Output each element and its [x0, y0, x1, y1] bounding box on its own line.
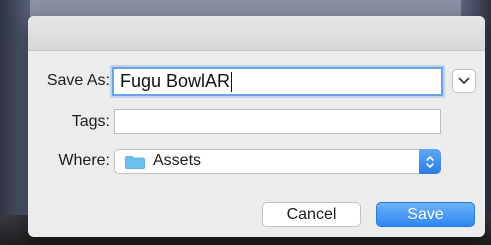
- where-value: Assets: [153, 152, 202, 169]
- chevron-down-icon: [458, 77, 470, 84]
- where-popup-stepper[interactable]: [419, 149, 441, 174]
- save-as-label: Save As:: [46, 72, 110, 89]
- text-caret: [231, 71, 233, 92]
- where-label: Where:: [58, 152, 110, 169]
- cancel-button[interactable]: Cancel: [262, 202, 361, 227]
- tags-field[interactable]: [114, 109, 441, 134]
- where-popup[interactable]: Assets: [114, 149, 441, 174]
- desktop-background-left: [0, 0, 30, 245]
- up-down-arrows-icon: [426, 155, 434, 168]
- save-as-field[interactable]: Fugu BowlAR: [112, 67, 443, 96]
- folder-icon: [125, 156, 145, 169]
- expand-dialog-button[interactable]: [452, 69, 476, 93]
- dialog-titlebar: [28, 16, 485, 51]
- save-button[interactable]: Save: [376, 202, 475, 227]
- save-as-value: Fugu BowlAR: [120, 71, 231, 91]
- tags-label: Tags:: [71, 113, 110, 130]
- save-dialog: Save As: Fugu BowlAR Tags: Where: Assets…: [28, 16, 485, 237]
